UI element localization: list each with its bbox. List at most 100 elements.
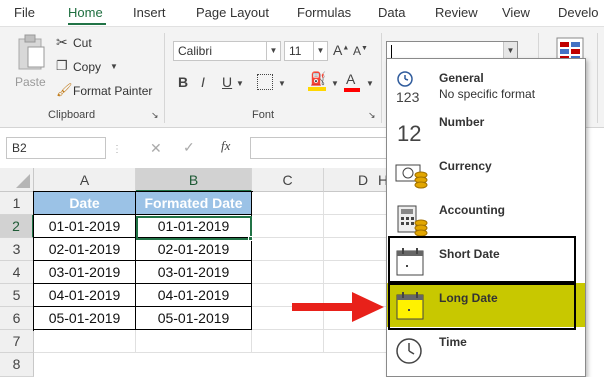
increase-font-icon[interactable]: A▲ [333, 42, 349, 58]
font-color-button[interactable]: A [342, 71, 362, 93]
copy-label: Copy [73, 60, 102, 74]
table-cell[interactable]: 04-01-2019 [34, 284, 136, 307]
group-separator [164, 33, 165, 123]
dialog-launcher-icon[interactable]: ↘ [368, 110, 376, 121]
row-header-8[interactable]: 8 [0, 353, 34, 377]
borders-icon[interactable] [257, 74, 273, 90]
clock-icon [395, 335, 425, 365]
cell-empty[interactable] [252, 261, 324, 284]
cell-empty[interactable] [34, 330, 136, 353]
header-cell-date[interactable]: Date [34, 192, 136, 215]
font-size-value: 11 [289, 44, 302, 58]
row-header-7[interactable]: 7 [0, 330, 34, 353]
tab-home[interactable]: Home [68, 5, 103, 20]
paste-button[interactable]: Paste [14, 33, 48, 93]
column-d-label: D [358, 172, 369, 188]
tab-developer[interactable]: Develo [558, 5, 598, 20]
cell-empty[interactable] [252, 215, 324, 238]
more-options-icon[interactable]: ⋮ [112, 144, 122, 155]
font-color-swatch [344, 88, 360, 92]
chevron-down-icon[interactable]: ▼ [366, 79, 374, 88]
dialog-launcher-icon[interactable]: ↘ [151, 110, 159, 121]
format-label: Accounting [439, 203, 505, 217]
long-date-highlight-box [388, 283, 576, 330]
format-label: Currency [439, 159, 492, 173]
cell-empty[interactable] [136, 330, 252, 353]
cell-empty[interactable] [324, 215, 390, 238]
font-size-select[interactable]: 11 ▼ [284, 41, 328, 61]
fill-handle[interactable] [248, 236, 253, 241]
cell-empty[interactable] [252, 192, 324, 215]
format-label: Time [439, 335, 467, 349]
select-all-icon [16, 174, 30, 188]
chevron-down-icon[interactable]: ▼ [278, 79, 286, 88]
column-header-a[interactable]: A [34, 168, 136, 192]
svg-text:123: 123 [396, 89, 420, 105]
row-header-2[interactable]: 2 [0, 215, 34, 238]
cell-empty[interactable] [324, 261, 390, 284]
paste-label: Paste [15, 75, 46, 89]
chevron-down-icon[interactable]: ▼ [331, 79, 339, 88]
row-header-5[interactable]: 5 [0, 284, 34, 307]
table-cell[interactable]: 03-01-2019 [136, 261, 252, 284]
header-cell-formated-date[interactable]: Formated Date [136, 192, 252, 215]
tab-file[interactable]: File [14, 5, 35, 20]
column-header-b[interactable]: B [136, 168, 252, 192]
chevron-down-icon: ▼ [313, 42, 327, 60]
format-option-accounting[interactable]: Accounting [387, 195, 585, 239]
tab-page-layout[interactable]: Page Layout [196, 5, 269, 20]
table-cell[interactable]: 01-01-2019 [34, 215, 136, 238]
cell-empty[interactable] [252, 238, 324, 261]
format-option-general[interactable]: 123 General No specific format [387, 63, 585, 107]
cell-empty[interactable] [324, 238, 390, 261]
bold-button[interactable]: B [178, 74, 188, 90]
row-header-3[interactable]: 3 [0, 238, 34, 261]
italic-button[interactable]: I [201, 74, 205, 90]
active-cell-highlight [136, 216, 252, 240]
tab-review[interactable]: Review [435, 5, 478, 20]
format-option-currency[interactable]: Currency [387, 151, 585, 195]
row-header-1[interactable]: 1 [0, 192, 34, 215]
cut-button[interactable]: ✂ Cut [56, 34, 126, 53]
tab-insert[interactable]: Insert [133, 5, 166, 20]
row-header-6[interactable]: 6 [0, 307, 34, 330]
underline-button[interactable]: U [222, 74, 232, 90]
format-option-time[interactable]: Time [387, 327, 585, 371]
table-cell[interactable]: 03-01-2019 [34, 261, 136, 284]
font-group-label: Font [252, 109, 275, 121]
cancel-icon[interactable]: ✕ [150, 140, 162, 157]
tab-view[interactable]: View [502, 5, 530, 20]
table-cell[interactable]: 04-01-2019 [136, 284, 252, 307]
format-label: Number [439, 115, 485, 129]
name-box[interactable]: B2 [6, 137, 106, 159]
table-cell[interactable]: 02-01-2019 [136, 238, 252, 261]
select-all-corner[interactable] [0, 168, 34, 192]
table-cell[interactable]: 05-01-2019 [34, 307, 136, 330]
table-cell[interactable]: 05-01-2019 [136, 307, 252, 330]
group-separator [597, 33, 598, 123]
chevron-down-icon[interactable]: ▼ [236, 79, 244, 88]
column-header-c[interactable]: C [252, 168, 324, 192]
group-separator [381, 33, 382, 123]
format-painter-button[interactable]: 🖌 Format Painter [56, 82, 156, 100]
row-header-4[interactable]: 4 [0, 261, 34, 284]
copy-button[interactable]: ❐ Copy ▼ [56, 58, 126, 76]
tab-data[interactable]: Data [378, 5, 405, 20]
tab-formulas[interactable]: Formulas [297, 5, 351, 20]
table-cell[interactable]: 02-01-2019 [34, 238, 136, 261]
text-cursor [391, 44, 392, 59]
cell-empty[interactable] [324, 330, 390, 353]
insert-function-button[interactable]: fx [221, 138, 230, 154]
decrease-font-icon[interactable]: A▼ [353, 44, 368, 58]
enter-check-icon[interactable]: ✓ [183, 139, 195, 156]
font-name-value: Calibri [178, 44, 213, 58]
font-name-select[interactable]: Calibri ▼ [173, 41, 281, 61]
cell-empty[interactable] [324, 192, 390, 215]
formula-input[interactable] [250, 137, 390, 159]
fill-color-button[interactable]: ⛽ [308, 71, 328, 93]
fill-color-swatch [308, 87, 326, 91]
chevron-down-icon: ▼ [266, 42, 280, 60]
cell-empty[interactable] [252, 330, 324, 353]
currency-icon [395, 159, 428, 189]
format-option-number[interactable]: 12 Number [387, 107, 585, 151]
